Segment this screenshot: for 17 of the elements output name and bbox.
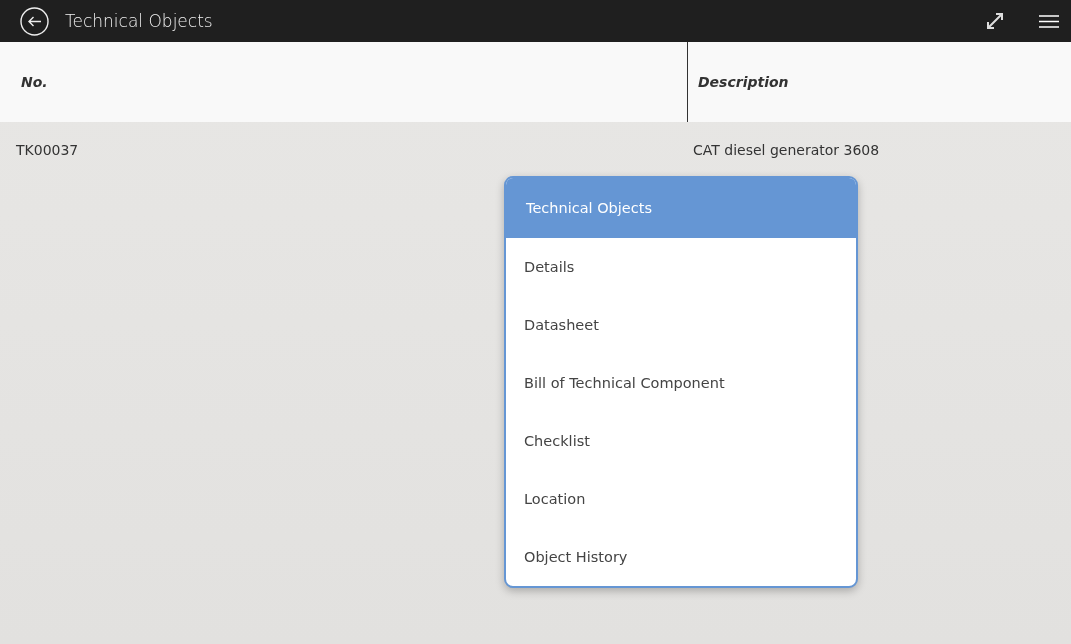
menu-icon [1039,14,1059,28]
menu-item[interactable]: Details [506,238,856,296]
menu-item[interactable]: Datasheet [506,296,856,354]
column-header[interactable]: Description [687,42,1071,122]
diagonal-arrows-icon [985,11,1005,31]
column-header[interactable]: No. [0,42,687,122]
expand-button[interactable] [985,11,1005,31]
table-cell-text: CAT diesel generator 3608 [692,142,881,158]
page-title: Technical Objects [65,11,213,31]
menu-item[interactable]: Location [506,470,856,528]
menu-button[interactable] [1039,14,1059,28]
table-cell-text: TK00037 [15,142,80,158]
menu-item[interactable]: Bill of Technical Component [506,354,856,412]
menu-title: Technical Objects [506,178,856,238]
menu-item[interactable]: Object History [506,528,856,586]
back-button[interactable] [20,6,49,36]
menu-item[interactable]: Checklist [506,412,856,470]
